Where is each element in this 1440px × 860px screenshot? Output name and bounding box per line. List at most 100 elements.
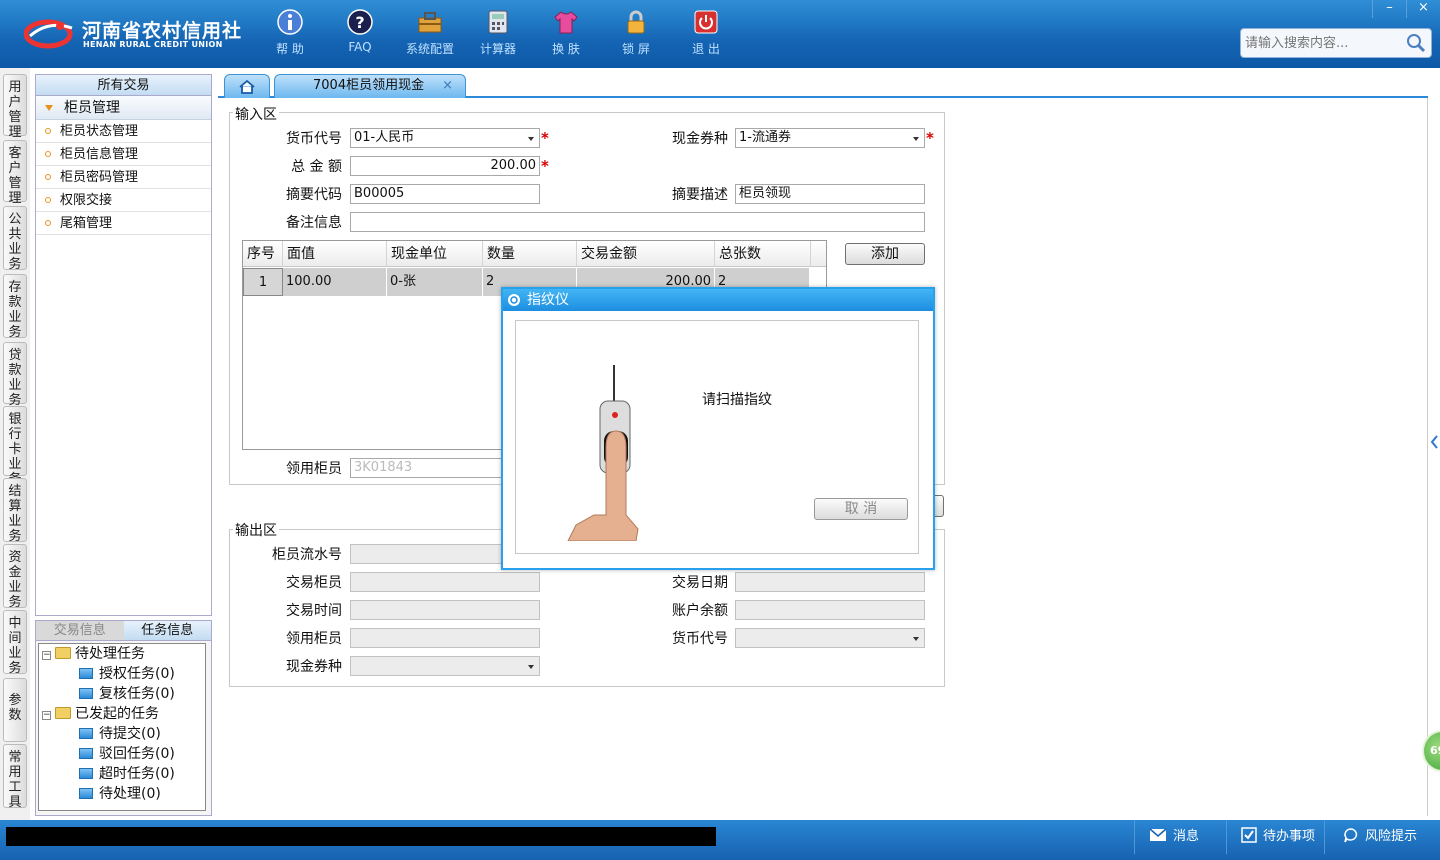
close-window-button[interactable]: × — [1406, 0, 1440, 18]
todo-button[interactable]: 待办事项 — [1226, 820, 1324, 854]
transaction-sidebar: 所有交易 柜员管理 柜员状态管理 柜员信息管理 柜员密码管理 权限交接 尾箱管理 — [35, 74, 212, 616]
logo-mark-icon — [24, 19, 73, 49]
input-section-title: 输入区 — [233, 104, 279, 124]
tab-bar: 7004柜员领用现金 × — [218, 72, 1428, 99]
summary-desc-field[interactable]: 柜员领现 — [735, 184, 925, 204]
chat-bubble-icon — [1344, 828, 1358, 843]
bullet-icon — [45, 128, 51, 134]
module-tab-tools[interactable]: 常用工具 — [3, 744, 27, 810]
calculator-button[interactable]: 计算器 — [468, 8, 528, 60]
task-icon — [79, 768, 93, 779]
out-teller-label: 领用柜员 — [286, 631, 342, 647]
exit-button[interactable]: 退 出 — [676, 8, 736, 60]
txn-teller-field — [350, 572, 540, 592]
txn-date-field — [735, 572, 925, 592]
skin-button[interactable]: 换 肤 — [536, 8, 596, 60]
tree-leaf[interactable]: 超时任务(0) — [79, 764, 175, 784]
tree-node-pending[interactable]: − 待处理任务 — [42, 644, 145, 664]
system-config-button[interactable]: 系统配置 — [400, 8, 460, 60]
module-tab-bankcard[interactable]: 银行卡业务 — [3, 406, 27, 487]
logo: 河南省农村信用社 HENAN RURAL CREDIT UNION — [24, 14, 244, 54]
tree-leaf-label: 待提交(0) — [99, 726, 161, 742]
txn-teller-label: 交易柜员 — [286, 575, 342, 591]
sidebar-header[interactable]: 所有交易 — [36, 75, 211, 96]
tab-transaction-info[interactable]: 交易信息 — [36, 621, 124, 640]
todo-label: 待办事项 — [1263, 829, 1316, 844]
tree-leaf[interactable]: 驳回任务(0) — [79, 744, 175, 764]
info-icon — [277, 9, 303, 35]
faq-button[interactable]: ? FAQ — [330, 8, 390, 60]
sidebar-item-teller-status[interactable]: 柜员状态管理 — [36, 120, 211, 143]
module-tab-params[interactable]: 参数 — [3, 678, 27, 742]
minimize-button[interactable]: – — [1372, 0, 1406, 18]
cancel-button[interactable]: 取 消 — [814, 498, 908, 520]
module-tab-deposit[interactable]: 存款业务 — [3, 274, 27, 340]
lock-screen-button[interactable]: 锁 屏 — [606, 8, 666, 60]
tree-leaf-label: 超时任务(0) — [99, 766, 175, 782]
logo-en: HENAN RURAL CREDIT UNION — [83, 40, 223, 49]
module-tab-intermediary[interactable]: 中间业务 — [3, 610, 27, 676]
task-icon — [79, 748, 93, 759]
total-amount-field[interactable]: 200.00 — [350, 156, 540, 176]
tab-task-info[interactable]: 任务信息 — [123, 621, 211, 640]
search-input[interactable] — [1241, 29, 1401, 57]
chevron-down-icon[interactable] — [908, 129, 924, 147]
dialog-titlebar[interactable]: 指纹仪 — [503, 289, 933, 311]
required-mark: * — [926, 129, 934, 147]
tree-node-initiated[interactable]: − 已发起的任务 — [42, 704, 159, 724]
module-tab-user[interactable]: 用户管理 — [3, 74, 27, 140]
module-tab-customer[interactable]: 客户管理 — [3, 140, 27, 206]
task-tree: − 待处理任务 授权任务(0) 复核任务(0) − 已发起的任务 待提交(0) 驳回… — [38, 643, 206, 811]
sidebar-item-teller-info[interactable]: 柜员信息管理 — [36, 143, 211, 166]
add-button[interactable]: 添加 — [845, 243, 925, 265]
out-teller-field — [350, 628, 540, 648]
collapse-icon[interactable]: − — [42, 711, 51, 720]
grid-header: 序号 面值 现金单位 数量 交易金额 总张数 — [243, 241, 826, 267]
task-icon — [79, 688, 93, 699]
module-tab-public[interactable]: 公共业务 — [3, 206, 27, 272]
sidebar-group-teller-mgmt[interactable]: 柜员管理 — [36, 96, 211, 120]
sidebar-item-label: 柜员状态管理 — [60, 124, 139, 139]
sidebar-item-tail-box[interactable]: 尾箱管理 — [36, 212, 211, 235]
collapse-panel-icon[interactable] — [1428, 422, 1440, 462]
summary-code-field[interactable]: B00005 — [350, 184, 540, 204]
shirt-icon — [554, 11, 578, 34]
tab-home[interactable] — [224, 74, 270, 99]
tree-leaf[interactable]: 授权任务(0) — [79, 664, 175, 684]
table-cell[interactable]: 100.00 — [283, 268, 387, 296]
summary-desc-label: 摘要描述 — [672, 187, 728, 203]
tree-leaf[interactable]: 待处理(0) — [79, 784, 161, 804]
risk-alert-button[interactable]: 风险提示 — [1324, 820, 1440, 854]
help-label: 帮 助 — [276, 42, 304, 56]
output-section-title: 输出区 — [233, 520, 279, 540]
currency-code-select[interactable]: 01-人民币 — [350, 128, 540, 148]
sidebar-item-teller-password[interactable]: 柜员密码管理 — [36, 166, 211, 189]
sidebar-item-permission-handover[interactable]: 权限交接 — [36, 189, 211, 212]
fingerprint-dialog: 指纹仪 请扫描指纹 取 消 — [501, 287, 935, 570]
collapse-icon[interactable]: − — [42, 651, 51, 660]
task-icon — [79, 728, 93, 739]
serial-no-label: 柜员流水号 — [272, 547, 342, 563]
close-icon[interactable]: × — [442, 75, 453, 97]
table-cell[interactable]: 0-张 — [387, 268, 483, 296]
remark-field[interactable] — [350, 212, 925, 232]
messages-button[interactable]: 消息 — [1134, 820, 1226, 854]
module-tab-loan[interactable]: 贷款业务 — [3, 342, 27, 408]
column-header: 现金单位 — [387, 241, 483, 267]
tab-7004[interactable]: 7004柜员领用现金 × — [274, 74, 466, 99]
chevron-down-icon[interactable] — [523, 129, 539, 147]
question-icon: ? — [347, 9, 373, 35]
search-icon[interactable] — [1405, 32, 1427, 54]
dialog-message: 请扫描指纹 — [702, 392, 772, 408]
calculator-icon — [488, 10, 508, 34]
module-tab-fund[interactable]: 资金业务 — [3, 544, 27, 610]
tree-leaf[interactable]: 待提交(0) — [79, 724, 161, 744]
help-button[interactable]: 帮 助 — [260, 8, 320, 60]
faq-label: FAQ — [348, 40, 372, 54]
tree-node-label: 待处理任务 — [75, 646, 145, 662]
chevron-down-icon — [523, 657, 539, 675]
cash-type-select[interactable]: 1-流通券 — [735, 128, 925, 148]
module-tab-settlement[interactable]: 结算业务 — [3, 478, 27, 544]
tree-leaf[interactable]: 复核任务(0) — [79, 684, 175, 704]
folder-icon — [55, 707, 71, 719]
